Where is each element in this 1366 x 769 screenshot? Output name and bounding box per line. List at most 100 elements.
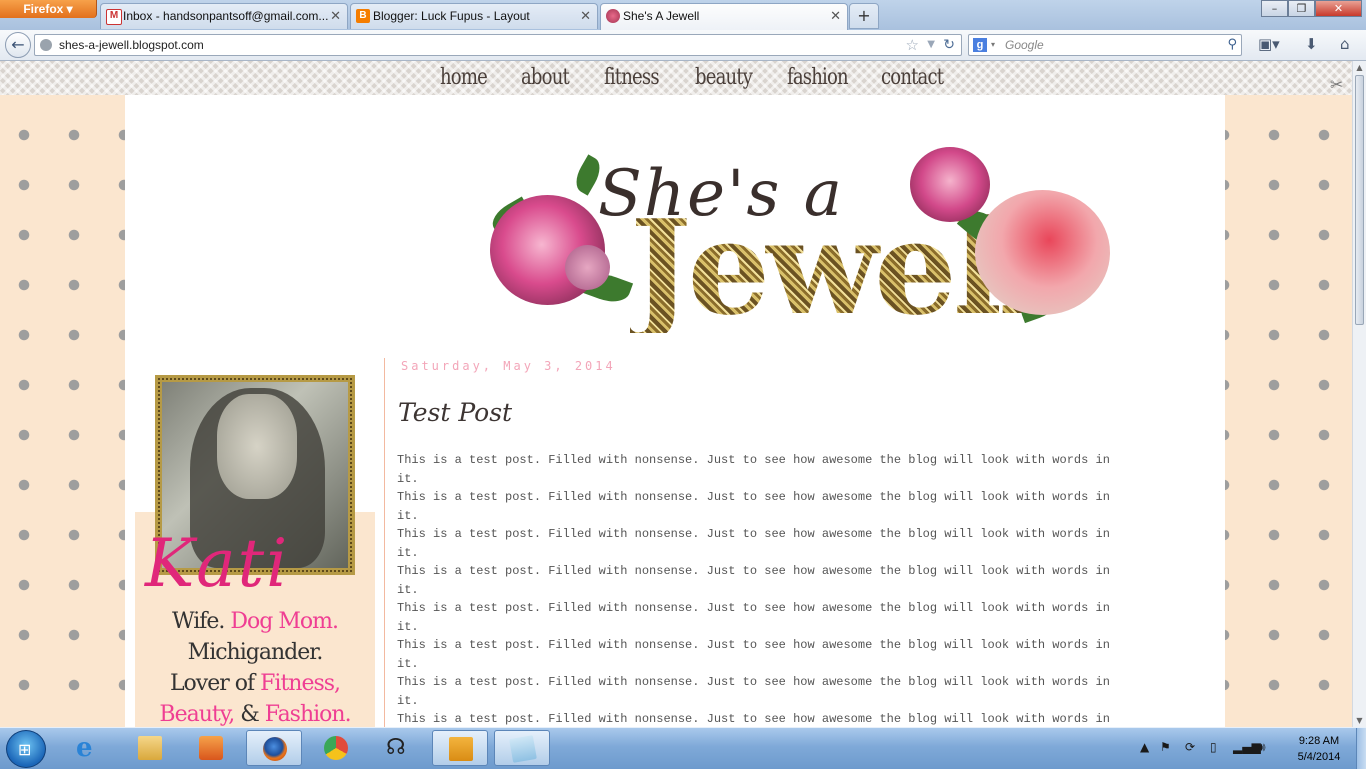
tab-blogger[interactable]: B Blogger: Luck Fupus - Layout ✕ — [350, 3, 598, 29]
chrome-icon — [324, 736, 348, 760]
post-text-line: it. — [397, 693, 419, 708]
tab-bar: Firefox ▾ M Inbox - handsonpantsoff@gmai… — [0, 0, 1366, 30]
post-text-line: it. — [397, 508, 419, 523]
windows-logo-icon: ⊞ — [18, 740, 32, 759]
tab-label: Inbox - handsonpantsoff@gmail.com... — [123, 9, 329, 23]
back-arrow-icon[interactable]: ← — [5, 32, 31, 58]
minimize-button[interactable]: – — [1261, 0, 1288, 17]
signal-bars-icon[interactable]: ▂▄▆ — [1233, 740, 1261, 754]
nav-beauty[interactable]: beauty — [695, 65, 753, 90]
gmail-icon: M — [106, 9, 122, 25]
post-text-line: This is a test post. Filled with nonsens… — [397, 453, 1110, 467]
edit-wrench-icon[interactable]: ✂ — [1330, 75, 1343, 94]
chevron-down-icon[interactable]: ▾ — [991, 35, 995, 55]
tab-shes-a-jewell[interactable]: She's A Jewell ✕ — [600, 3, 848, 30]
taskbar-media-player[interactable] — [183, 730, 239, 766]
taskbar-slideshow-app[interactable] — [432, 730, 488, 766]
nav-home[interactable]: home — [440, 65, 488, 90]
search-placeholder: Google — [1005, 38, 1044, 52]
globe-icon — [40, 39, 52, 51]
scroll-down-icon[interactable]: ▼ — [1353, 716, 1366, 725]
close-icon[interactable]: ✕ — [830, 4, 841, 28]
close-window-button[interactable]: ✕ — [1315, 0, 1362, 17]
google-icon[interactable]: g — [973, 38, 987, 52]
reload-icon[interactable]: ↻ — [943, 35, 955, 55]
blog-nav-menu: home about fitness beauty fashion contac… — [0, 61, 1352, 95]
new-tab-button[interactable]: + — [849, 3, 879, 29]
post-title[interactable]: Test Post — [398, 398, 512, 427]
maximize-button[interactable]: ❐ — [1288, 0, 1315, 17]
search-icon[interactable]: ⚲ — [1227, 35, 1237, 55]
close-icon[interactable]: ✕ — [580, 4, 591, 28]
profile-line-1: Wife. Dog Mom. — [171, 609, 339, 634]
bookmark-star-icon[interactable]: ☆ — [906, 35, 919, 55]
taskbar-chrome[interactable] — [308, 730, 364, 766]
vertical-scrollbar[interactable]: ▲ ▼ — [1352, 61, 1366, 727]
profile-line-4: Beauty, & Fashion. — [159, 702, 351, 727]
url-text: shes-a-jewell.blogspot.com — [59, 38, 204, 52]
close-icon[interactable]: ✕ — [330, 4, 341, 28]
download-icon[interactable]: ⬇ — [1305, 35, 1318, 53]
nav-fashion[interactable]: fashion — [787, 65, 849, 90]
notepad-icon — [509, 735, 537, 763]
device-icon[interactable]: ▯ — [1210, 740, 1217, 754]
blog-header-logo[interactable]: She's a Jewell — [480, 145, 1110, 345]
sync-icon[interactable]: ⟳ — [1185, 740, 1195, 754]
volume-icon[interactable]: 🔊︎ — [1258, 740, 1266, 755]
scroll-up-icon[interactable]: ▲ — [1353, 63, 1366, 72]
post-text-line: This is a test post. Filled with nonsens… — [397, 638, 1110, 652]
post-text-line: This is a test post. Filled with nonsens… — [397, 564, 1110, 578]
nav-about[interactable]: about — [521, 65, 570, 90]
profile-name: Kati — [145, 525, 290, 602]
tab-label: Blogger: Luck Fupus - Layout — [373, 9, 530, 23]
profile-widget: Kati Wife. Dog Mom. Michigander. Lover o… — [135, 375, 375, 727]
taskbar-headphones-app[interactable]: ☊ — [370, 730, 426, 766]
nav-fitness[interactable]: fitness — [604, 65, 660, 90]
blog-page: home about fitness beauty fashion contac… — [0, 61, 1352, 727]
post-text-line: This is a test post. Filled with nonsens… — [397, 601, 1110, 615]
show-hidden-icons-icon[interactable]: ▲ — [1140, 740, 1149, 754]
post-text-line: it. — [397, 619, 419, 634]
post-text-line: it. — [397, 582, 419, 597]
post-text-line: This is a test post. Filled with nonsens… — [397, 675, 1110, 689]
action-center-flag-icon[interactable]: ⚑ — [1160, 740, 1171, 754]
profile-line-3: Lover of Fitness, — [169, 671, 341, 696]
search-input[interactable]: g ▾ Google ⚲ — [968, 34, 1242, 56]
rosebud — [565, 245, 610, 290]
taskbar-notepad[interactable] — [494, 730, 550, 766]
post-text-line: This is a test post. Filled with nonsens… — [397, 527, 1110, 541]
nav-contact[interactable]: contact — [881, 65, 944, 90]
home-icon[interactable]: ⌂ — [1340, 35, 1350, 53]
clock-date: 5/4/2014 — [1297, 751, 1341, 763]
rose-favicon — [606, 9, 620, 23]
folder-icon — [138, 736, 162, 760]
tab-label: She's A Jewell — [623, 9, 700, 23]
taskbar-firefox[interactable] — [246, 730, 302, 766]
show-desktop-button[interactable] — [1356, 728, 1366, 769]
system-clock[interactable]: 9:28 AM 5/4/2014 — [1284, 733, 1354, 765]
chevron-down-icon[interactable]: ▼ — [927, 35, 935, 55]
taskbar-internet-explorer[interactable]: e — [60, 730, 116, 766]
column-divider — [384, 358, 385, 727]
url-bar[interactable]: shes-a-jewell.blogspot.com ☆ ▼ ↻ — [34, 34, 962, 56]
media-player-icon — [199, 736, 223, 760]
profile-line-2: Michigander. — [187, 640, 324, 665]
post-body: This is a test post. Filled with nonsens… — [397, 451, 1197, 727]
post-text-line: This is a test post. Filled with nonsens… — [397, 712, 1110, 726]
scrollbar-thumb[interactable] — [1355, 75, 1364, 325]
post-text-line: it. — [397, 545, 419, 560]
post-text-line: it. — [397, 656, 419, 671]
taskbar-windows-explorer[interactable] — [122, 730, 178, 766]
firefox-menu-button[interactable]: Firefox ▾ — [0, 0, 97, 18]
bookmarks-icon[interactable]: ▣▾ — [1258, 35, 1280, 53]
tab-gmail[interactable]: M Inbox - handsonpantsoff@gmail.com... ✕ — [100, 3, 348, 29]
start-button[interactable]: ⊞ — [6, 730, 46, 768]
clock-time: 9:28 AM — [1298, 735, 1340, 747]
firefox-icon — [263, 737, 287, 761]
post-text-line: This is a test post. Filled with nonsens… — [397, 490, 1110, 504]
blogger-icon: B — [356, 9, 370, 23]
internet-explorer-icon: e — [76, 733, 93, 763]
pink-rose-top — [910, 147, 990, 222]
main-content: She's a Jewell Kati Wife. Dog Mom. Michi… — [125, 95, 1225, 727]
headphones-icon: ☊ — [386, 735, 406, 760]
